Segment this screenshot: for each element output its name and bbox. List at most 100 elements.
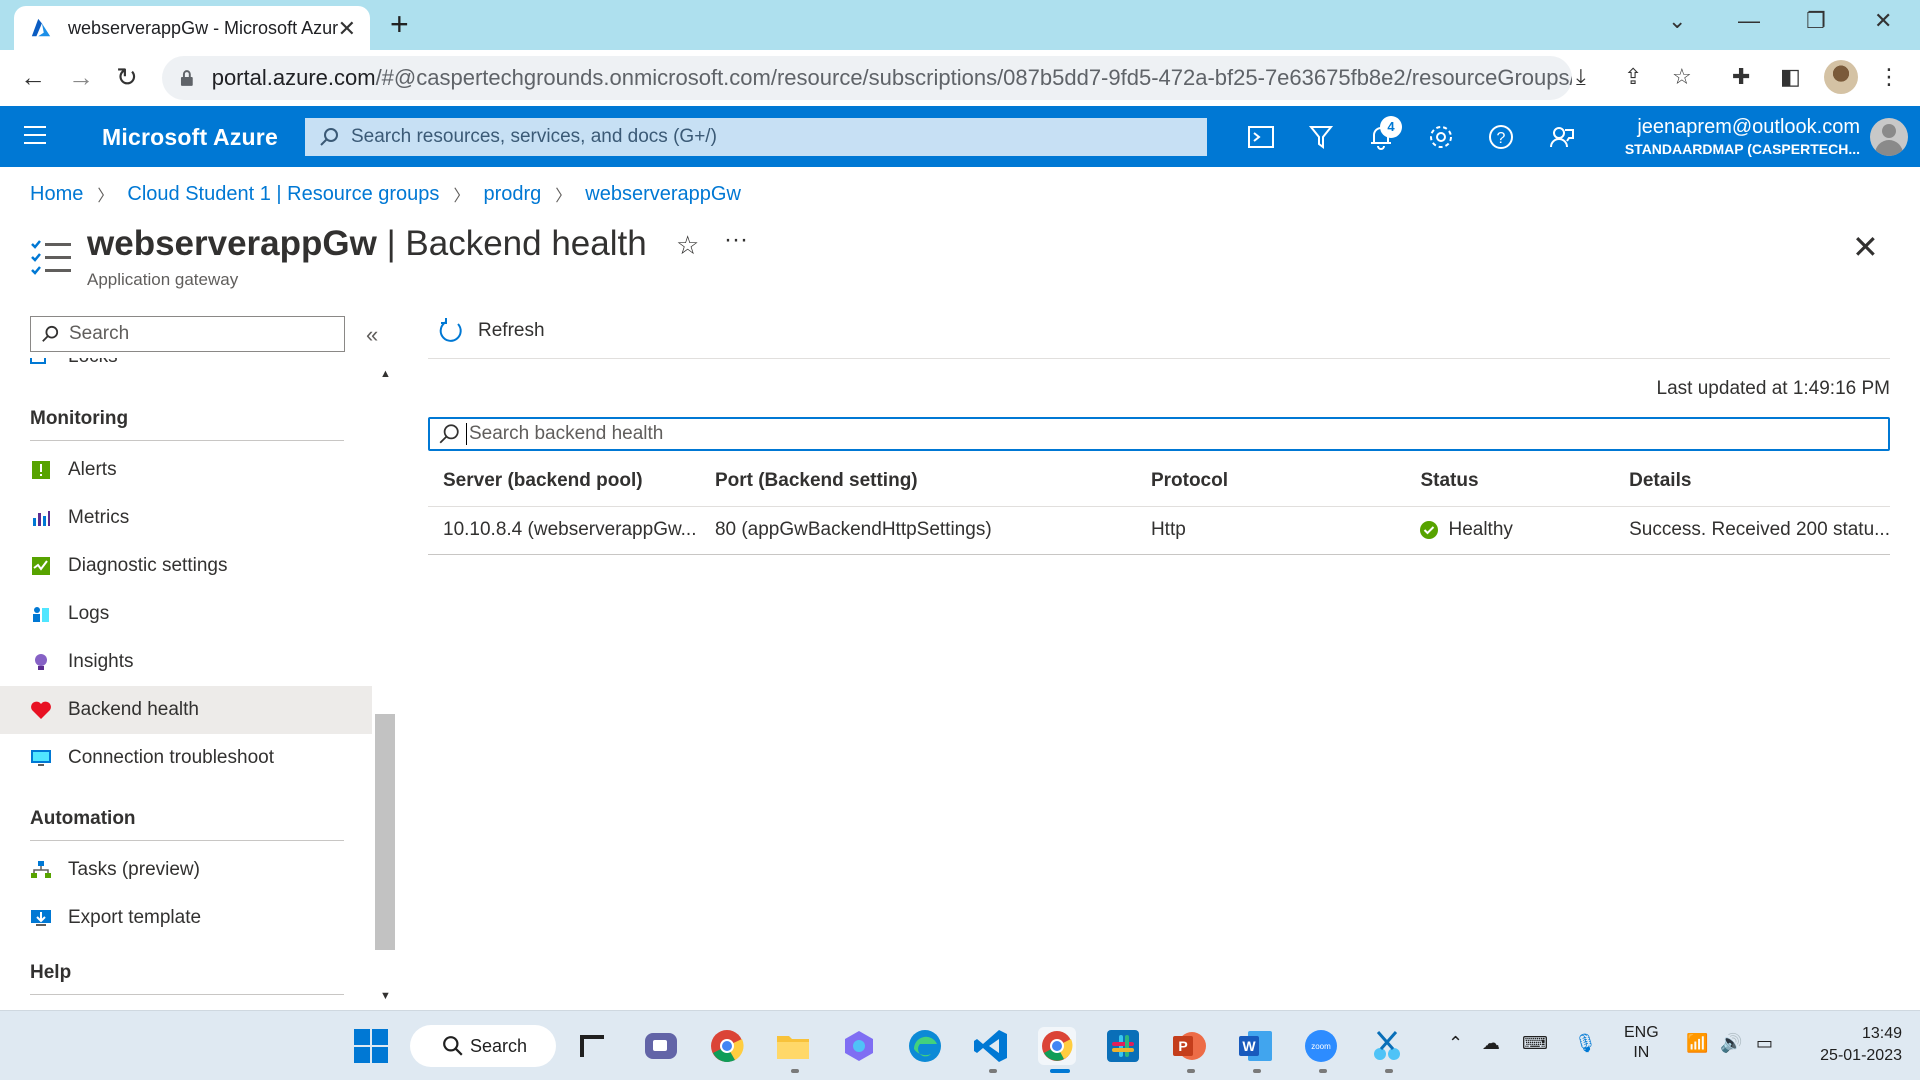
backend-health-search-input[interactable]: Search backend health (428, 417, 1890, 451)
tab-title: webserverappGw - Microsoft Azure (68, 17, 338, 38)
snipping-tool-icon[interactable] (1368, 1027, 1406, 1065)
nav-item-locks[interactable]: Locks (30, 358, 118, 368)
nav-search-input[interactable]: Search (30, 316, 345, 352)
install-icon[interactable]: ⤓ (1576, 64, 1586, 90)
teams-chat-icon[interactable] (642, 1027, 680, 1065)
onedrive-cloud-icon[interactable]: ☁ (1482, 1033, 1500, 1054)
reload-icon[interactable]: ↻ (116, 62, 138, 93)
favorite-star-icon[interactable]: ☆ (676, 230, 699, 261)
system-clock[interactable]: 13:49 25-01-2023 (1806, 1023, 1902, 1067)
breadcrumb-prodrg[interactable]: prodrg (483, 183, 541, 206)
running-indicator (989, 1069, 997, 1073)
breadcrumb-webserverappgw[interactable]: webserverappGw (585, 183, 741, 206)
nav-item-alerts[interactable]: Alerts (0, 446, 372, 494)
refresh-label: Refresh (478, 320, 545, 341)
refresh-button[interactable]: Refresh (438, 318, 545, 344)
copilot-app-icon[interactable] (840, 1027, 878, 1065)
powerpoint-icon[interactable]: P (1170, 1027, 1208, 1065)
account-menu[interactable]: jeenaprem@outlook.com STANDAARDMAP (CASP… (1620, 116, 1860, 157)
wifi-icon[interactable]: 📶 (1686, 1033, 1708, 1054)
page-subtitle: Application gateway (87, 270, 239, 289)
cell-server: 10.10.8.4 (webserverappGw... (428, 506, 700, 555)
forward-icon[interactable]: → (68, 62, 94, 93)
nav-item-label: Backend health (68, 699, 199, 720)
address-bar[interactable]: portal.azure.com/#@caspertechgrounds.onm… (162, 56, 1572, 100)
extensions-icon[interactable]: ✚ (1732, 64, 1750, 90)
tray-overflow-chevron-icon[interactable]: ⌃ (1448, 1033, 1463, 1054)
chrome-icon[interactable] (708, 1027, 746, 1065)
scroll-down-arrow-icon[interactable]: ▼ (380, 990, 391, 1002)
azure-logo-icon (31, 18, 51, 37)
breadcrumb-home[interactable]: Home (30, 183, 83, 206)
table-row[interactable]: 10.10.8.4 (webserverappGw... 80 (appGwBa… (428, 506, 1890, 555)
azure-brand[interactable]: Microsoft Azure (102, 124, 278, 151)
nav-item-export-template[interactable]: Export template (0, 894, 372, 942)
help-icon[interactable]: ? (1486, 122, 1516, 152)
text-caret (466, 423, 467, 445)
restore-icon[interactable]: ❐ (1806, 8, 1826, 34)
profile-avatar[interactable] (1824, 60, 1858, 94)
chrome-active-icon[interactable] (1038, 1027, 1076, 1065)
file-explorer-icon[interactable] (774, 1027, 812, 1065)
chrome-menu-icon[interactable]: ⋮ (1878, 64, 1900, 90)
directory-filter-icon[interactable] (1306, 122, 1336, 152)
vscode-icon[interactable] (972, 1027, 1010, 1065)
nav-item-connection-troubleshoot[interactable]: Connection troubleshoot (0, 734, 372, 782)
cell-details[interactable]: Success. Received 200 statu... (1614, 506, 1890, 555)
feedback-icon[interactable] (1546, 122, 1576, 152)
keyboard-icon[interactable]: ⌨ (1522, 1033, 1548, 1054)
tab-close-icon[interactable]: ✕ (338, 16, 356, 42)
azure-top-bar: Microsoft Azure Search resources, servic… (0, 106, 1920, 167)
avatar[interactable] (1870, 118, 1908, 156)
running-indicator (1253, 1069, 1261, 1073)
task-view-icon[interactable] (574, 1027, 612, 1065)
minimize-icon[interactable]: — (1738, 8, 1760, 34)
nav-item-insights[interactable]: Insights (0, 638, 372, 686)
nav-item-tasks-preview[interactable]: Tasks (preview) (0, 846, 372, 894)
portal-menu-icon[interactable] (24, 126, 46, 150)
word-icon[interactable]: W (1236, 1027, 1274, 1065)
microphone-icon[interactable]: 🎙 (1574, 1033, 1597, 1054)
slack-icon[interactable] (1104, 1027, 1142, 1065)
scroll-up-arrow-icon[interactable]: ▲ (380, 368, 391, 380)
metrics-icon (30, 507, 52, 529)
tab-search-chevron-icon[interactable]: ⌄ (1668, 8, 1686, 34)
side-panel-icon[interactable]: ◧ (1780, 64, 1801, 90)
browser-tab[interactable]: webserverappGw - Microsoft Azure ✕ (14, 6, 370, 50)
zoom-icon[interactable]: zoom (1302, 1027, 1340, 1065)
nav-item-diagnostic-settings[interactable]: Diagnostic settings (0, 542, 372, 590)
settings-gear-icon[interactable] (1426, 122, 1456, 152)
edge-icon[interactable] (906, 1027, 944, 1065)
nav-item-backend-health[interactable]: Backend health (0, 686, 372, 734)
column-header-port[interactable]: Port (Backend setting) (699, 456, 1136, 507)
global-search-input[interactable]: Search resources, services, and docs (G+… (305, 118, 1207, 156)
back-icon[interactable]: ← (20, 62, 46, 93)
bookmark-star-icon[interactable]: ☆ (1672, 64, 1692, 90)
column-header-protocol[interactable]: Protocol (1135, 456, 1406, 507)
global-search-placeholder: Search resources, services, and docs (G+… (351, 126, 717, 147)
export-template-icon (30, 907, 52, 929)
cloud-shell-icon[interactable] (1246, 122, 1276, 152)
collapse-nav-icon[interactable]: « (366, 322, 378, 348)
breadcrumb-resource-groups[interactable]: Cloud Student 1 | Resource groups (127, 183, 439, 206)
refresh-icon (439, 318, 462, 342)
nav-item-metrics[interactable]: Metrics (0, 494, 372, 542)
column-header-status[interactable]: Status (1405, 456, 1615, 507)
nav-item-logs[interactable]: Logs (0, 590, 372, 638)
language-code: ENG (1624, 1024, 1659, 1041)
volume-icon[interactable]: 🔊 (1720, 1033, 1742, 1054)
language-indicator[interactable]: ENG IN (1624, 1023, 1659, 1063)
close-blade-icon[interactable]: ✕ (1852, 228, 1879, 266)
more-options-icon[interactable]: ··· (724, 226, 748, 254)
share-icon[interactable]: ⇪ (1624, 64, 1642, 90)
windows-start-icon[interactable] (352, 1027, 390, 1065)
new-tab-icon[interactable]: + (390, 6, 409, 43)
taskbar-search-button[interactable]: Search (410, 1025, 556, 1067)
column-header-details[interactable]: Details (1614, 456, 1890, 507)
running-indicator (791, 1069, 799, 1073)
window-close-icon[interactable]: ✕ (1874, 8, 1892, 34)
battery-icon[interactable]: ▭ (1756, 1033, 1773, 1054)
nav-scrollbar-thumb[interactable] (375, 714, 395, 950)
column-header-server[interactable]: Server (backend pool) (428, 456, 700, 507)
nav-group-help: Help (30, 962, 344, 995)
